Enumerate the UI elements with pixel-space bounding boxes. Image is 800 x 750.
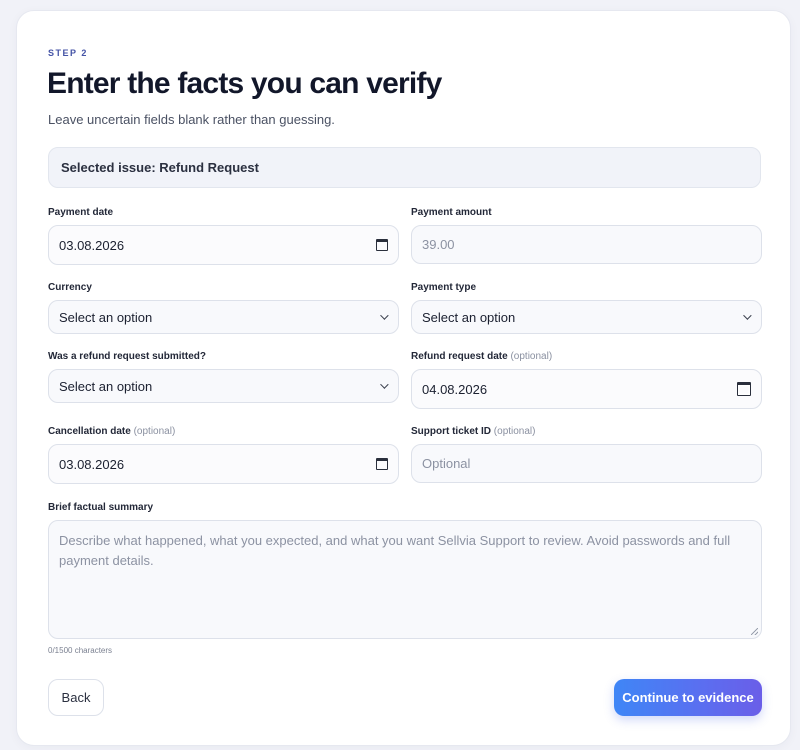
selected-issue-text: Selected issue: Refund Request (61, 160, 259, 175)
refund-date-label: Refund request date (optional) (411, 351, 552, 362)
optional-tag: (optional) (510, 351, 553, 362)
optional-tag: (optional) (133, 426, 176, 437)
selected-issue-banner: Selected issue: Refund Request (48, 147, 761, 188)
payment-date-value: 03.08.2026 (59, 237, 125, 253)
refund-submitted-select[interactable]: Select an option (48, 369, 399, 403)
refund-submitted-select-value: Select an option (59, 378, 153, 394)
character-counter: 0/1500 characters (48, 646, 113, 655)
currency-label-text: Currency (48, 282, 92, 293)
payment-date-label: Payment date (48, 207, 113, 218)
summary-textarea[interactable]: Describe what happened, what you expecte… (48, 520, 762, 639)
ticket-id-label-text: Support ticket ID (411, 426, 492, 437)
summary-placeholder: Describe what happened, what you expecte… (59, 533, 731, 568)
page-subtitle: Leave uncertain fields blank rather than… (48, 112, 335, 127)
payment-date-input[interactable]: 03.08.2026 (48, 225, 399, 265)
currency-label: Currency (48, 282, 92, 293)
back-button[interactable]: Back (48, 679, 104, 716)
ticket-id-input[interactable]: Optional (411, 444, 762, 483)
cancellation-date-label: Cancellation date (optional) (48, 426, 175, 437)
refund-date-input[interactable]: 04.08.2026 (411, 369, 762, 409)
currency-select[interactable]: Select an option (48, 300, 399, 334)
payment-amount-input[interactable]: 39.00 (411, 225, 762, 264)
refund-submitted-label: Was a refund request submitted? (48, 351, 206, 362)
resize-handle-icon[interactable] (751, 628, 758, 635)
payment-type-label-text: Payment type (411, 282, 477, 293)
cancellation-date-value: 03.08.2026 (59, 456, 125, 472)
payment-date-label-text: Payment date (48, 207, 114, 218)
refund-submitted-label-text: Was a refund request submitted? (48, 351, 206, 362)
calendar-icon[interactable] (737, 382, 751, 396)
page-title: Enter the facts you can verify (47, 67, 442, 100)
ticket-id-label: Support ticket ID (optional) (411, 426, 536, 437)
payment-type-label: Payment type (411, 282, 476, 293)
optional-tag: (optional) (493, 426, 536, 437)
form-card: STEP 2 Enter the facts you can verify Le… (16, 10, 791, 746)
payment-amount-placeholder: 39.00 (422, 237, 455, 252)
ticket-id-placeholder: Optional (422, 456, 471, 471)
calendar-icon[interactable] (376, 458, 388, 470)
cancellation-date-label-text: Cancellation date (48, 426, 131, 437)
payment-type-select[interactable]: Select an option (411, 300, 762, 334)
currency-select-value: Select an option (59, 309, 153, 325)
refund-date-value: 04.08.2026 (422, 381, 488, 397)
chevron-down-icon (743, 311, 752, 320)
calendar-icon[interactable] (376, 239, 388, 251)
cancellation-date-input[interactable]: 03.08.2026 (48, 444, 399, 484)
payment-amount-label-text: Payment amount (411, 207, 492, 218)
step-label: STEP 2 (48, 48, 88, 58)
payment-amount-label: Payment amount (411, 207, 492, 218)
summary-label-text: Brief factual summary (48, 502, 154, 513)
summary-label: Brief factual summary (48, 502, 153, 513)
chevron-down-icon (380, 311, 389, 320)
chevron-down-icon (380, 380, 389, 389)
continue-to-evidence-button[interactable]: Continue to evidence (614, 679, 762, 716)
payment-type-select-value: Select an option (422, 309, 516, 325)
refund-date-label-text: Refund request date (411, 351, 508, 362)
